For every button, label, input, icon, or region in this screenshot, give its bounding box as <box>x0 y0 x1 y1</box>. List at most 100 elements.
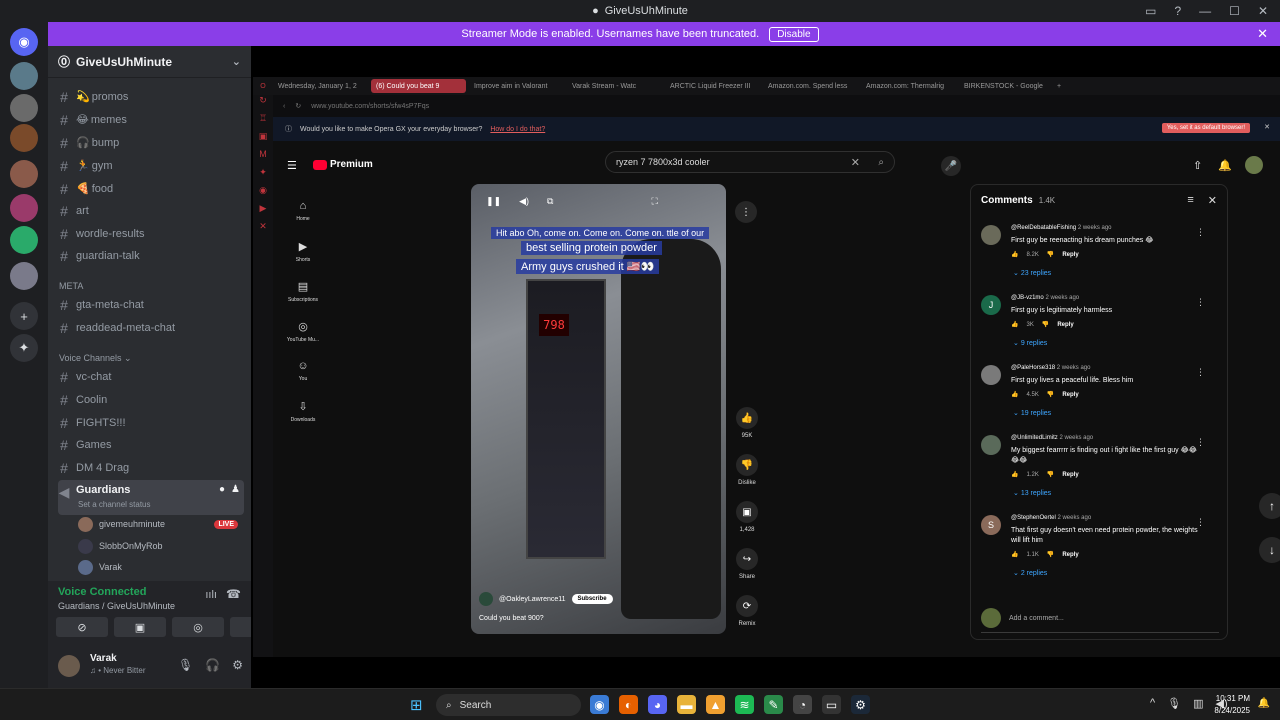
address-bar[interactable]: ‹ ↻ www.youtube.com/shorts/sfw4sP7Fqs <box>273 97 1280 115</box>
spotify-icon[interactable]: ≋ <box>735 695 754 714</box>
sidebar-icon[interactable]: ✕ <box>253 221 273 239</box>
set-default-button[interactable]: Yes, set it as default browser! <box>1161 123 1250 133</box>
notification-bell-icon[interactable]: 🔔 <box>1258 698 1270 709</box>
channel-wordle-results[interactable]: # wordle-results <box>58 223 244 244</box>
video-description[interactable]: Could you beat 900? <box>479 615 544 622</box>
app-icon[interactable]: ▲ <box>706 695 725 714</box>
channel-readdead-meta-chat[interactable]: # readdead-meta-chat <box>58 317 244 338</box>
avatar[interactable] <box>981 225 1001 245</box>
server-icon[interactable] <box>10 124 38 152</box>
channel-gym[interactable]: # 🏃 gym <box>58 155 244 176</box>
shorts-video-player[interactable]: ❚❚ ◀) ⧉ ⛶ 798 Hit abo Oh, come on. Come … <box>471 184 726 634</box>
channel-bump[interactable]: # 🎧 bump <box>58 132 244 153</box>
remix-button[interactable]: ⟳ Remix <box>736 595 758 642</box>
channel-promos[interactable]: # 💫 promos <box>58 86 244 107</box>
reply-button[interactable]: Reply <box>1062 392 1078 398</box>
like-icon[interactable]: 👍 <box>1011 251 1018 258</box>
obs-icon[interactable]: ▭ <box>822 695 841 714</box>
comments-button[interactable]: ▣ 1,428 <box>736 501 758 548</box>
network-icon[interactable]: ▥ <box>1193 697 1203 710</box>
voice-member[interactable]: SlobbOnMyRob <box>78 537 238 555</box>
close-window-button[interactable]: ✕ <box>1258 4 1268 18</box>
voice-channel-dm4drag[interactable]: # DM 4 Drag <box>58 457 244 478</box>
more-options-icon[interactable]: ⋮ <box>735 201 757 223</box>
camera-off-icon[interactable]: ⊘ <box>56 617 108 637</box>
browser-tab[interactable]: Varak Stream - Watc <box>567 79 662 93</box>
voice-connected-channel[interactable]: Guardians / GiveUsUhMinute <box>58 601 175 611</box>
voice-channel-games[interactable]: # Games <box>58 434 244 455</box>
minimize-button[interactable]: — <box>1199 4 1211 18</box>
voice-search-icon[interactable]: 🎤 <box>941 156 961 176</box>
category-meta[interactable]: META <box>59 281 83 291</box>
channel-status[interactable]: Set a channel status <box>78 500 151 509</box>
microphone-icon[interactable]: 🎙 <box>178 658 193 672</box>
help-icon[interactable]: ? <box>1174 4 1181 18</box>
guild-header[interactable]: ⓪ GiveUsUhMinute ⌄ <box>48 46 251 78</box>
reply-button[interactable]: Reply <box>1062 552 1078 558</box>
url-text[interactable]: www.youtube.com/shorts/sfw4sP7Fqs <box>311 103 429 110</box>
like-icon[interactable]: 👍 <box>1011 321 1018 328</box>
voice-connected-status[interactable]: Voice Connected <box>58 586 146 598</box>
dislike-icon[interactable]: 👎 <box>1047 551 1054 558</box>
subscribe-button[interactable]: Subscribe <box>571 594 613 604</box>
file-explorer-icon[interactable]: ▬ <box>677 695 696 714</box>
more-options-icon[interactable]: ⋮ <box>1196 227 1205 238</box>
view-replies-link[interactable]: ⌄ 2 replies <box>1013 569 1047 577</box>
firefox-icon[interactable]: ◐ <box>619 695 638 714</box>
avatar[interactable] <box>479 592 493 606</box>
new-tab-icon[interactable]: + <box>1057 83 1061 90</box>
nav-subscriptions[interactable]: ▤ Subscriptions <box>283 271 323 311</box>
view-replies-link[interactable]: ⌄ 13 replies <box>1013 489 1051 497</box>
server-icon[interactable] <box>10 226 38 254</box>
voice-member[interactable]: givemeuhminute LIVE <box>78 515 238 533</box>
avatar[interactable] <box>58 655 80 677</box>
more-options-icon[interactable]: ⋮ <box>1196 297 1205 308</box>
username[interactable]: Varak <box>90 653 117 664</box>
nav-you[interactable]: ☺ You <box>283 351 323 391</box>
nav-home[interactable]: ⌂ Home <box>283 191 323 231</box>
taskbar-search[interactable]: ⌕ Search <box>436 694 581 716</box>
dislike-icon[interactable]: 👎 <box>1047 471 1054 478</box>
previous-short-arrow-icon[interactable]: ↑ <box>1259 493 1280 519</box>
activity-icon[interactable]: ◎ <box>172 617 224 637</box>
browser-tab[interactable]: Improve aim in Valorant <box>469 79 564 93</box>
server-icon[interactable] <box>10 94 38 122</box>
like-icon[interactable]: 👍 <box>1011 551 1018 558</box>
voice-channel-fights[interactable]: # FIGHTS!!! <box>58 412 244 433</box>
windows-start-icon[interactable]: ⊞ <box>410 696 423 714</box>
youtube-logo[interactable]: Premium <box>313 159 373 170</box>
reply-button[interactable]: Reply <box>1062 252 1078 258</box>
close-icon[interactable]: ✕ <box>1208 194 1217 207</box>
volume-icon[interactable]: ◀) <box>519 196 529 207</box>
category-voice-channels[interactable]: Voice Channels ⌄ <box>59 353 132 364</box>
disconnect-icon[interactable]: ☎ <box>226 587 241 601</box>
nav-youtube-music[interactable]: ◎ YouTube Mu... <box>283 311 323 351</box>
invite-icon[interactable]: ♟ <box>231 484 244 495</box>
sidebar-icon[interactable]: ▶ <box>253 203 273 221</box>
channel-guardian-talk[interactable]: # guardian-talk <box>58 245 244 266</box>
more-options-icon[interactable]: ⋮ <box>1196 367 1205 378</box>
sidebar-icon[interactable]: ▣ <box>253 131 273 149</box>
voice-channel-coolin[interactable]: # Coolin <box>58 389 244 410</box>
avatar[interactable]: J <box>981 295 1001 315</box>
chevron-up-icon[interactable]: ^ <box>1150 697 1155 710</box>
next-short-arrow-icon[interactable]: ↓ <box>1259 537 1280 563</box>
reload-icon[interactable]: ↻ <box>295 102 301 110</box>
settings-gear-icon[interactable]: ⚙ <box>232 658 243 672</box>
discover-icon[interactable]: ✦ <box>10 334 38 362</box>
voice-member[interactable]: Varak <box>78 558 238 576</box>
soundboard-icon[interactable]: ıılı <box>205 589 217 601</box>
browser-tab[interactable]: Amazon.com. Spend less <box>763 79 858 93</box>
upload-icon[interactable]: ⇧ <box>1193 159 1202 172</box>
channel-food[interactable]: # 🍕 food <box>58 178 244 199</box>
notepad-icon[interactable]: ✎ <box>764 695 783 714</box>
sidebar-icon[interactable]: ↻ <box>253 95 273 113</box>
browser-tab[interactable]: BIRKENSTOCK - Google <box>959 79 1054 93</box>
discord-icon[interactable]: ◕ <box>648 695 667 714</box>
sidebar-icon[interactable]: ♖ <box>253 113 273 131</box>
search-icon[interactable]: ⌕ <box>878 157 884 168</box>
channel-art[interactable]: # art <box>58 200 244 221</box>
voice-channel-vc-chat[interactable]: # vc-chat <box>58 366 244 387</box>
view-replies-link[interactable]: ⌄ 19 replies <box>1013 409 1051 417</box>
nav-shorts[interactable]: ▶ Shorts <box>283 231 323 271</box>
